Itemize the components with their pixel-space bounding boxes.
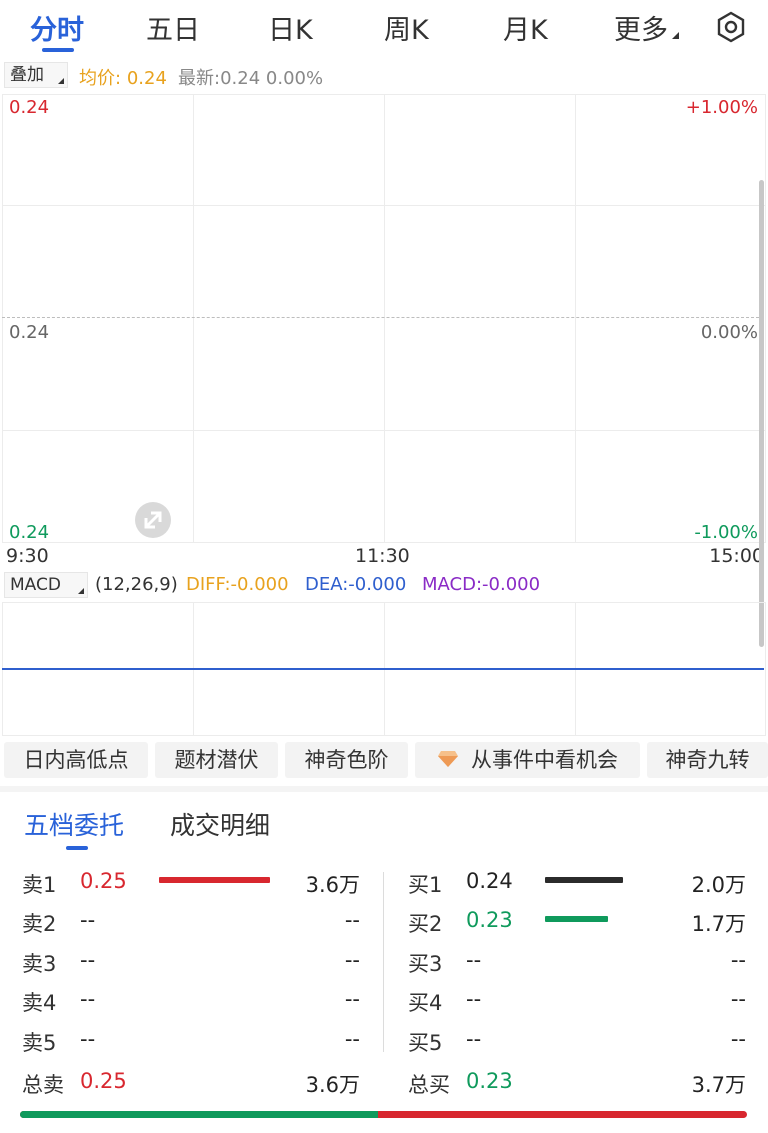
y-axis-high: 0.24 <box>9 97 50 118</box>
dea-line <box>2 668 764 670</box>
macd-params: (12,26,9) <box>95 574 178 595</box>
sell-3-volume: -- <box>344 948 360 972</box>
chip-theme-ambush[interactable]: 题材潜伏 <box>155 742 278 778</box>
total-sell-volume: 3.6万 <box>305 1073 360 1097</box>
diamond-icon <box>437 743 459 779</box>
scrollbar[interactable] <box>759 180 764 647</box>
total-sell-price: 0.25 <box>80 1069 127 1093</box>
sell-1-volume-bar <box>159 877 270 883</box>
total-sell-label: 总卖 <box>22 1073 64 1097</box>
sell-3-price: -- <box>80 948 96 972</box>
sell-1-volume: 3.6万 <box>305 873 360 897</box>
tab-five-level-orders[interactable]: 五档委托 <box>24 806 124 842</box>
tab-trade-details[interactable]: 成交明细 <box>170 806 270 842</box>
buy-2-volume: 1.7万 <box>691 912 746 936</box>
y-axis-low: 0.24 <box>9 522 50 543</box>
avg-price-value: 0.24 <box>126 68 167 89</box>
chip-event-opportunity-label: 从事件中看机会 <box>471 748 618 772</box>
x-axis-mid: 11:30 <box>355 545 410 567</box>
buy-1-volume: 2.0万 <box>691 873 746 897</box>
buy-4-volume: -- <box>730 987 746 1011</box>
sell-1-label: 卖1 <box>22 873 57 897</box>
buy-5-price: -- <box>466 1027 482 1051</box>
buy-2-label: 买2 <box>408 912 443 936</box>
macd-dropdown-icon <box>78 588 84 594</box>
sell-4-price: -- <box>80 987 96 1011</box>
grid-hline <box>2 430 766 431</box>
macd-dea: DEA:-0.000 <box>305 574 407 595</box>
overlay-button[interactable]: 叠加 <box>4 62 68 88</box>
macd-selector[interactable]: MACD <box>4 572 88 598</box>
total-buy-label: 总买 <box>408 1073 450 1097</box>
avg-price: 均价: 0.24 <box>79 64 167 90</box>
active-tab-indicator <box>42 48 74 52</box>
more-dropdown-icon <box>672 32 679 39</box>
y-axis-mid: 0.24 <box>9 322 50 343</box>
total-buy-price: 0.23 <box>466 1069 513 1093</box>
chip-intraday-high-low[interactable]: 日内高低点 <box>4 742 148 778</box>
chip-event-opportunity[interactable]: 从事件中看机会 <box>415 742 640 778</box>
latest-price-value: 0.24 <box>220 68 261 89</box>
macd-diff: DIFF:-0.000 <box>186 574 289 595</box>
buy-1-volume-bar <box>545 877 623 883</box>
sell-5-price: -- <box>80 1027 96 1051</box>
pct-axis-high: +1.00% <box>685 97 758 118</box>
settings-icon[interactable] <box>714 10 748 44</box>
sell-2-price: -- <box>80 908 96 932</box>
latest-price: 最新:0.24 0.00% <box>178 64 323 90</box>
x-axis-start: 9:30 <box>6 545 49 567</box>
sell-4-label: 卖4 <box>22 991 57 1015</box>
tab-more[interactable]: 更多 <box>614 8 679 47</box>
grid-vline <box>384 94 385 543</box>
chip-magic-color-scale[interactable]: 神奇色阶 <box>285 742 408 778</box>
buy-3-volume: -- <box>730 948 746 972</box>
total-buy-volume: 3.7万 <box>691 1073 746 1097</box>
grid-vline <box>193 94 194 543</box>
pct-axis-low: -1.00% <box>694 522 758 543</box>
buy-5-label: 买5 <box>408 1031 443 1055</box>
tab-daily-k[interactable]: 日K <box>268 8 313 47</box>
buy-3-label: 买3 <box>408 952 443 976</box>
buy-3-price: -- <box>466 948 482 972</box>
tab-weekly-k[interactable]: 周K <box>384 8 429 47</box>
sell-5-volume: -- <box>344 1027 360 1051</box>
buy-ratio-fill <box>20 1111 379 1118</box>
chip-magic-nine[interactable]: 神奇九转 <box>647 742 768 778</box>
sell-3-label: 卖3 <box>22 952 57 976</box>
pct-axis-mid: 0.00% <box>700 322 758 343</box>
tab-monthly-k[interactable]: 月K <box>503 8 548 47</box>
expand-icon[interactable] <box>135 502 171 538</box>
orderbook-center-divider <box>383 872 384 1052</box>
tab-more-label: 更多 <box>614 15 668 46</box>
buy-4-price: -- <box>466 987 482 1011</box>
buy-4-label: 买4 <box>408 991 443 1015</box>
grid-hline <box>2 205 766 206</box>
overlay-label: 叠加 <box>10 65 44 85</box>
x-axis-end: 15:00 <box>709 545 764 567</box>
buy-1-label: 买1 <box>408 873 443 897</box>
avg-price-label: 均价: <box>79 68 122 89</box>
sell-5-label: 卖5 <box>22 1031 57 1055</box>
overlay-dropdown-icon <box>58 78 64 84</box>
grid-vline <box>575 94 576 543</box>
buy-2-price: 0.23 <box>466 908 513 932</box>
macd-label: MACD <box>10 575 61 595</box>
buy-sell-ratio-bar <box>20 1111 747 1118</box>
buy-5-volume: -- <box>730 1027 746 1051</box>
sell-2-label: 卖2 <box>22 912 57 936</box>
sell-4-volume: -- <box>344 987 360 1011</box>
tab-five-day[interactable]: 五日 <box>146 8 200 47</box>
latest-change: 0.00% <box>265 68 324 89</box>
section-divider <box>0 786 768 792</box>
orderbook-tab-indicator <box>66 846 88 850</box>
macd-value: MACD:-0.000 <box>422 574 541 595</box>
sell-1-price: 0.25 <box>80 869 127 893</box>
buy-1-price: 0.24 <box>466 869 513 893</box>
latest-price-label: 最新: <box>178 68 221 89</box>
tab-intraday[interactable]: 分时 <box>30 8 84 47</box>
sell-2-volume: -- <box>344 908 360 932</box>
buy-2-volume-bar <box>545 916 608 922</box>
prev-close-line <box>2 317 764 318</box>
